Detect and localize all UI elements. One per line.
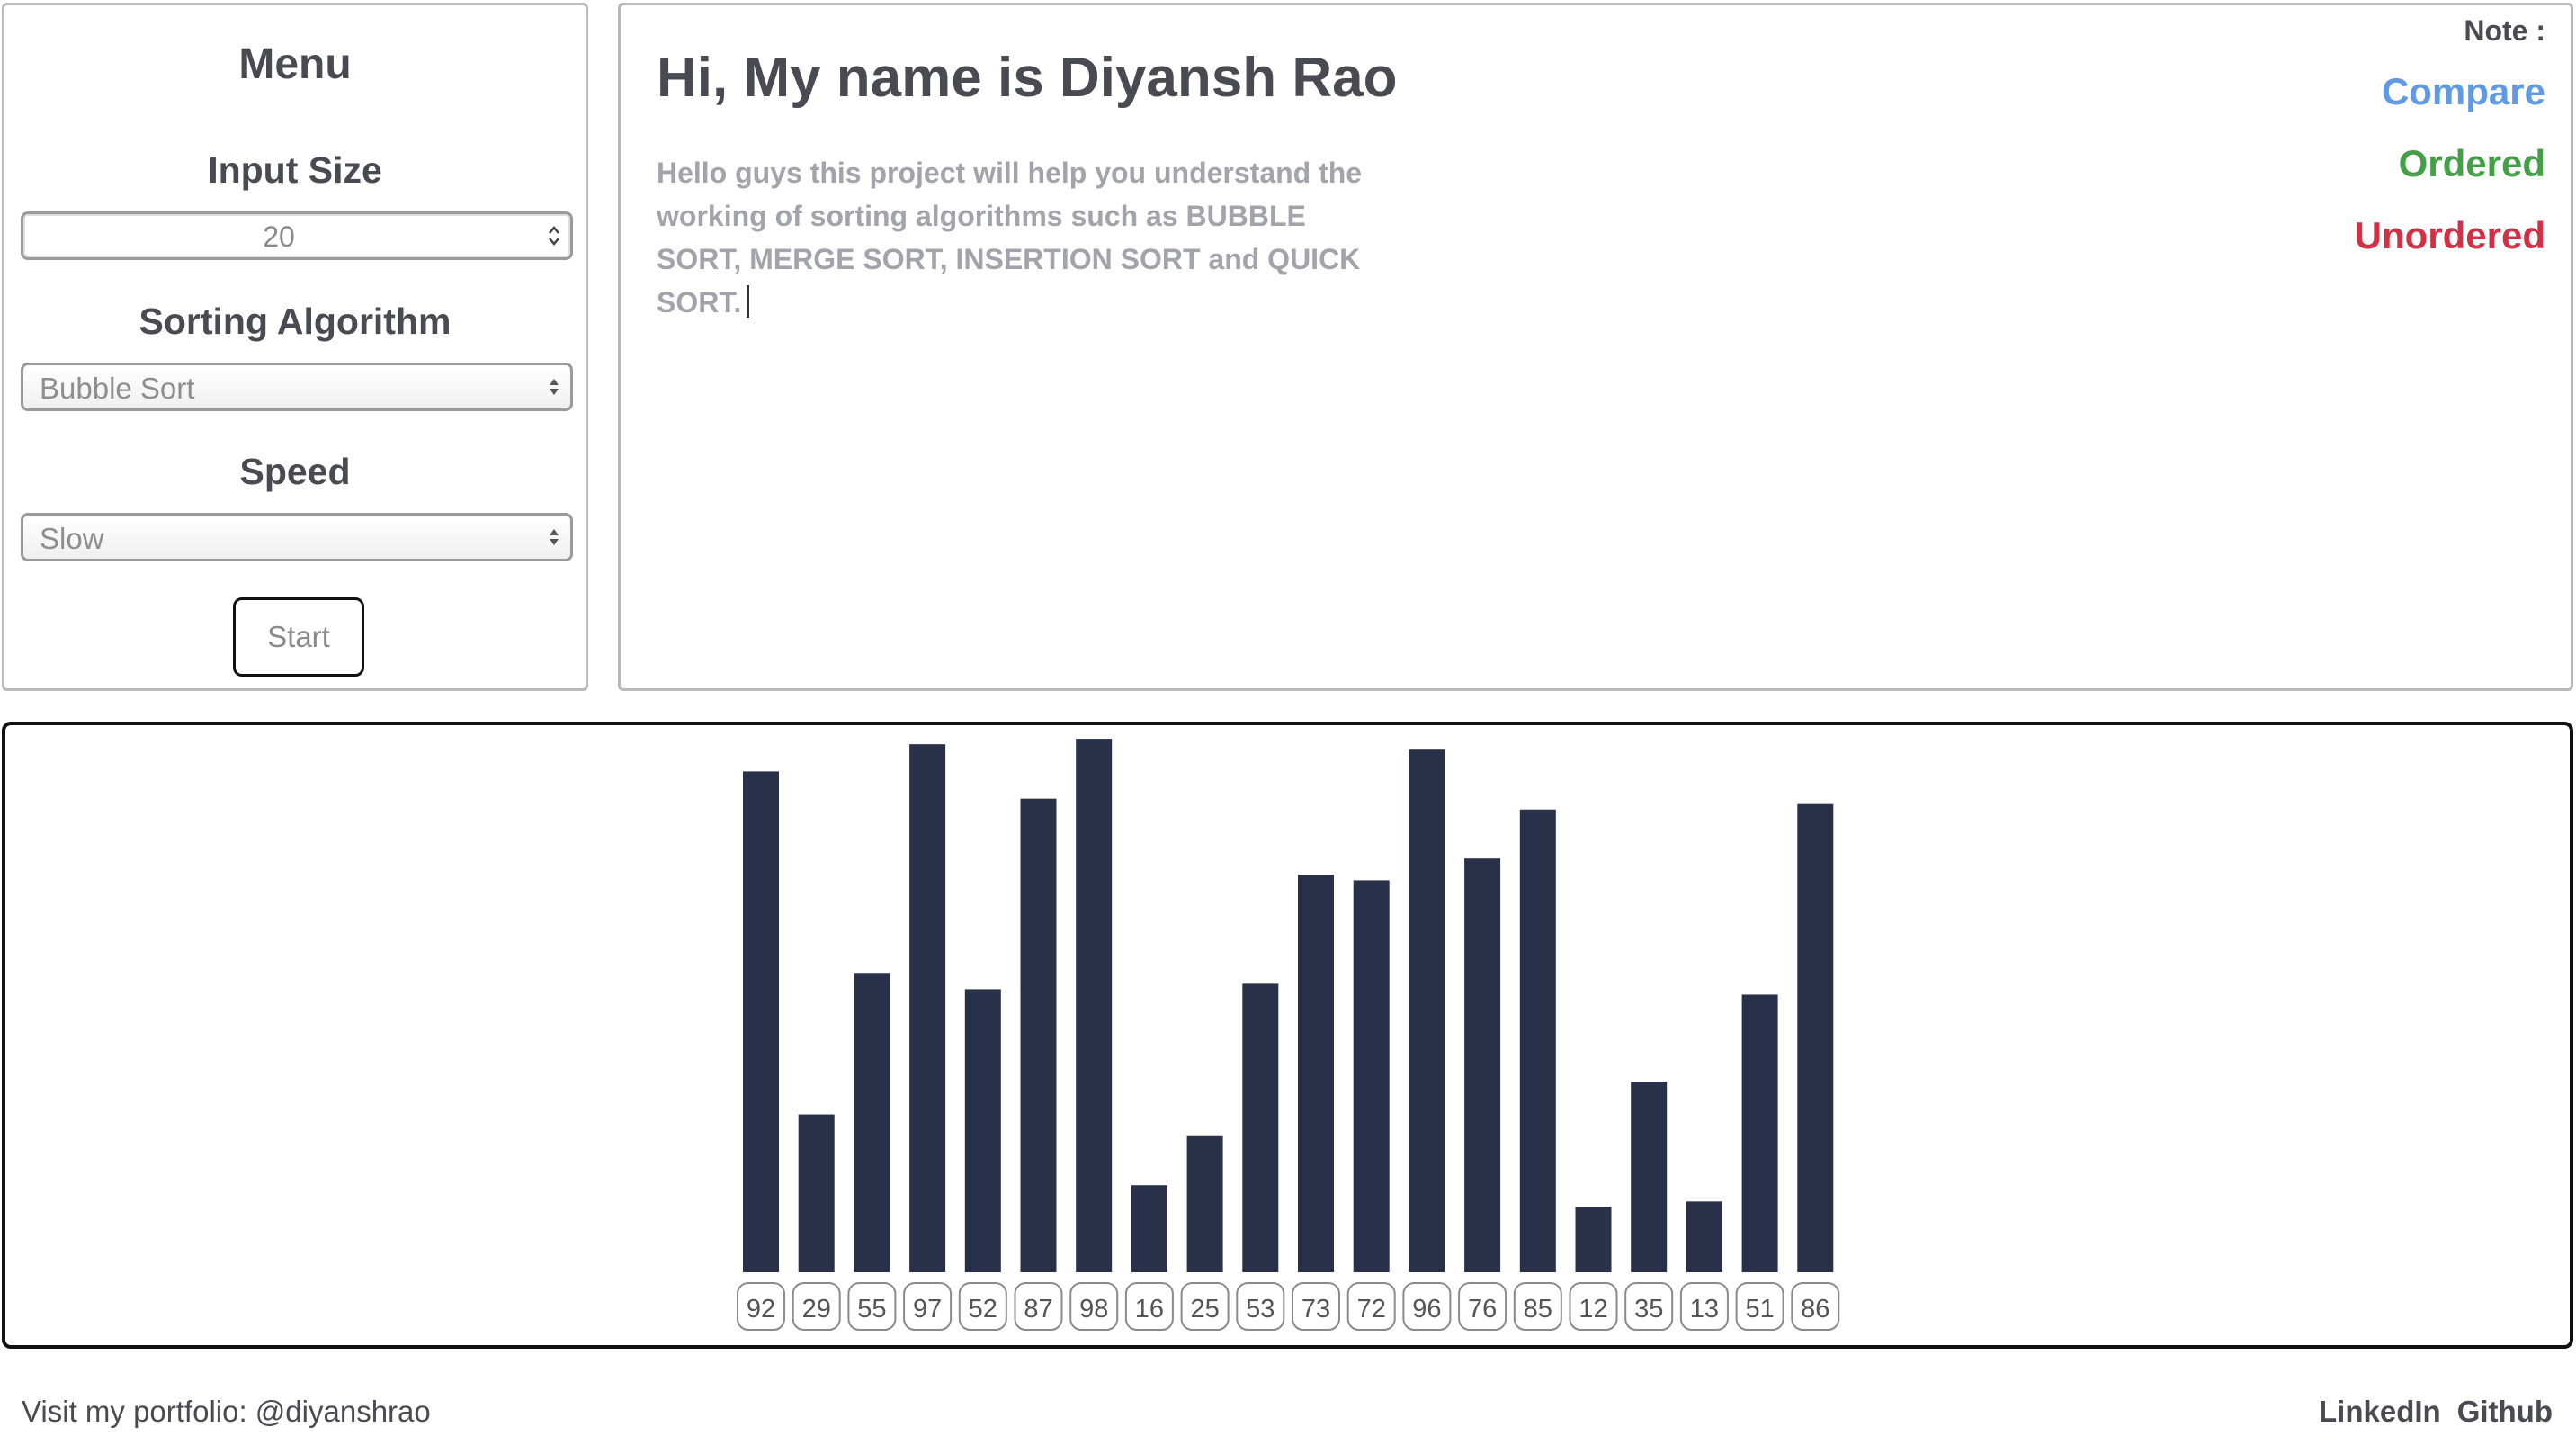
bar-value-label-12: 96: [1412, 1295, 1441, 1324]
bar-chart: 92 29 55 97 52 87 98 16 25 53 73 72 96 76 85 12 35 13 51 86: [737, 739, 1840, 1331]
bar-value-label-1: 29: [802, 1295, 831, 1324]
bar-value-label-18: 51: [1745, 1295, 1774, 1324]
bar-9: [1242, 983, 1279, 1272]
bar-value-label-14: 85: [1524, 1295, 1552, 1324]
bar-value-label-10: 73: [1301, 1295, 1330, 1324]
input-size-label: Input Size: [208, 149, 382, 191]
bar-14: [1519, 809, 1556, 1272]
bar-2: [854, 973, 890, 1272]
sorting-algorithm-select[interactable]: Bubble Sort: [21, 363, 573, 411]
bar-16: [1631, 1082, 1668, 1272]
speed-label: Speed: [239, 451, 351, 492]
legend-compare: Compare: [2381, 70, 2545, 112]
sorting-algorithm-label: Sorting Algorithm: [139, 301, 452, 342]
input-size-value: 20: [263, 220, 295, 253]
bar-4: [964, 989, 1001, 1272]
bar-13: [1464, 858, 1501, 1272]
legend-note-label: Note :: [2464, 14, 2545, 47]
bar-17: [1686, 1201, 1722, 1272]
bar-12: [1409, 749, 1445, 1272]
bar-value-label-0: 92: [747, 1295, 775, 1324]
bar-value-label-17: 13: [1690, 1295, 1719, 1324]
legend-ordered: Ordered: [2398, 142, 2545, 184]
bar-value-label-19: 86: [1801, 1295, 1829, 1324]
legend-unordered: Unordered: [2354, 214, 2545, 256]
speed-value: Slow: [40, 522, 104, 555]
intro-title: Hi, My name is Diyansh Rao: [657, 47, 1398, 109]
input-size-field[interactable]: 20: [21, 211, 573, 260]
bar-18: [1741, 994, 1778, 1272]
bar-11: [1353, 880, 1390, 1272]
speed-select[interactable]: Slow: [21, 513, 573, 561]
bar-value-label-11: 72: [1357, 1295, 1386, 1324]
bar-value-label-2: 55: [857, 1295, 886, 1324]
intro-description-text: Hello guys this project will help you un…: [657, 157, 1363, 319]
menu-panel: Menu Input Size 20 Sorting Algorithm Bub…: [2, 3, 588, 691]
bar-15: [1575, 1207, 1612, 1272]
bar-value-label-6: 98: [1079, 1295, 1108, 1324]
select-arrows-icon: [550, 379, 559, 395]
bar-value-label-16: 35: [1634, 1295, 1663, 1324]
intro-panel: Hi, My name is Diyansh Rao Hello guys th…: [618, 3, 2573, 691]
bar-1: [798, 1114, 835, 1272]
bar-value-label-4: 52: [969, 1295, 997, 1324]
bar-5: [1020, 798, 1057, 1272]
sorting-visualizer: 92 29 55 97 52 87 98 16 25 53 73 72 96 76 85 12 35 13 51 86: [2, 722, 2573, 1349]
bar-value-label-5: 87: [1024, 1295, 1052, 1324]
bar-value-label-13: 76: [1468, 1295, 1497, 1324]
bar-19: [1797, 803, 1834, 1272]
sorting-algorithm-value: Bubble Sort: [40, 372, 195, 405]
bar-value-label-3: 97: [913, 1295, 942, 1324]
bar-7: [1131, 1185, 1167, 1272]
bar-value-label-8: 25: [1190, 1295, 1219, 1324]
bar-value-label-7: 16: [1135, 1295, 1164, 1324]
select-arrows-icon: [550, 529, 559, 545]
spinner-arrows-icon[interactable]: [547, 223, 561, 248]
bar-value-label-9: 53: [1246, 1295, 1275, 1324]
bar-0: [743, 771, 779, 1272]
footer-links: LinkedIn Github: [2319, 1395, 2553, 1429]
bar-10: [1298, 875, 1334, 1272]
github-link[interactable]: Github: [2457, 1395, 2553, 1429]
menu-title: Menu: [238, 40, 352, 88]
bar-value-label-15: 12: [1579, 1295, 1607, 1324]
bar-6: [1076, 739, 1113, 1272]
bar-3: [909, 744, 946, 1272]
intro-description: Hello guys this project will help you un…: [657, 151, 1394, 324]
linkedin-link[interactable]: LinkedIn: [2319, 1395, 2441, 1429]
text-cursor: [747, 285, 750, 318]
portfolio-link[interactable]: Visit my portfolio: @diyanshrao: [22, 1395, 431, 1429]
bar-8: [1186, 1135, 1223, 1272]
start-button[interactable]: Start: [233, 597, 364, 677]
